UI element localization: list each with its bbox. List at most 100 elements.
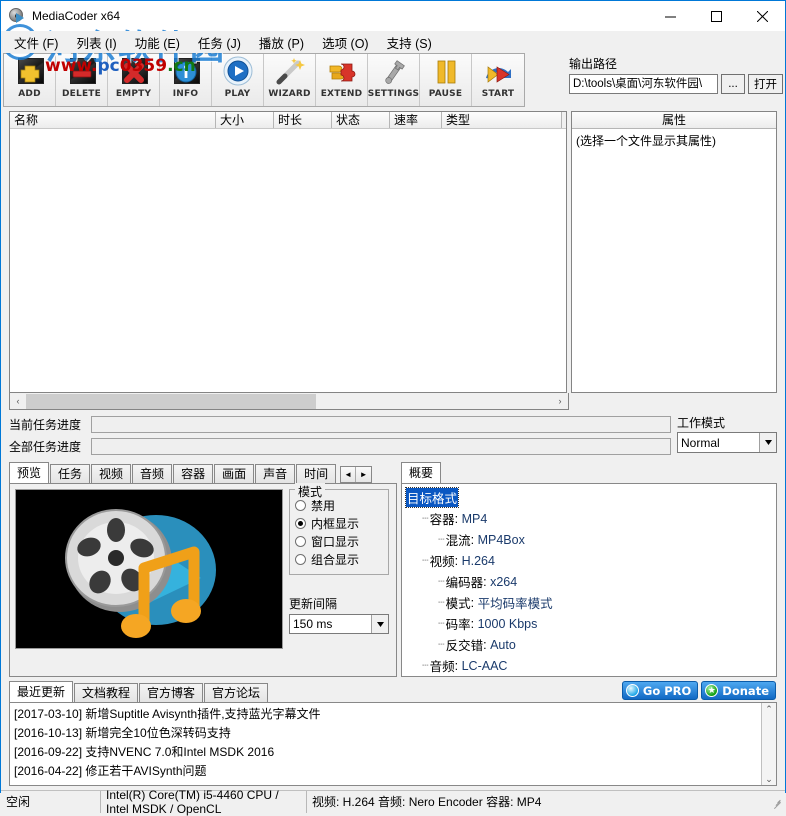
tab-sound[interactable]: 声音	[255, 464, 296, 483]
update-interval-select[interactable]: 150 ms	[289, 614, 389, 634]
tab-picture[interactable]: 画面	[214, 464, 255, 483]
close-button[interactable]	[739, 1, 785, 31]
tab-video[interactable]: 视频	[91, 464, 132, 483]
promo-buttons: Go PRO ★ Donate	[621, 681, 776, 700]
current-task-progress-label: 当前任务进度	[9, 417, 82, 432]
menu-item-task[interactable]: 任务 (J)	[189, 31, 250, 54]
hscroll-track[interactable]	[26, 393, 552, 409]
toolbar-button-add[interactable]: ADD	[4, 54, 56, 106]
current-task-progress-row: 当前任务进度	[9, 414, 671, 434]
tab-recent-updates[interactable]: 最近更新	[9, 681, 74, 702]
tree-node-key: 码率	[445, 618, 471, 632]
toolbar-button-empty[interactable]: EMPTY	[108, 54, 160, 106]
tree-node-video-encoder[interactable]: ┄ 编码器: x264	[406, 571, 772, 592]
toolbar-label: EXTEND	[320, 89, 363, 99]
tree-node-deinterlace[interactable]: ┄ 反交错: Auto	[406, 634, 772, 655]
toolbar-button-delete[interactable]: DELETE	[56, 54, 108, 106]
column-header-status[interactable]: 状态	[332, 112, 390, 128]
tab-time[interactable]: 时间	[296, 464, 337, 483]
tree-node-video-mode[interactable]: ┄ 模式: 平均码率模式	[406, 592, 772, 613]
status-hardware: Intel(R) Core(TM) i5-4460 CPU / Intel MS…	[101, 788, 307, 816]
tree-node-value: 平均码率模式	[477, 597, 553, 611]
tree-node-container[interactable]: ┄ 容器: MP4	[406, 508, 772, 529]
tree-node-target-format[interactable]: 目标格式	[404, 487, 772, 508]
menu-item-feature[interactable]: 功能 (E)	[126, 31, 189, 54]
radio-icon[interactable]	[295, 536, 306, 547]
column-header-type[interactable]: 类型	[442, 112, 562, 128]
tab-documentation[interactable]: 文档教程	[74, 683, 139, 702]
news-item[interactable]: [2016-09-22] 支持NVENC 7.0和Intel MSDK 2016	[14, 743, 757, 762]
news-scrollbar[interactable]: ⌃ ⌄	[761, 703, 776, 785]
tab-summary[interactable]: 概要	[401, 462, 442, 483]
tree-node-video-bitrate[interactable]: ┄ 码率: 1000 Kbps	[406, 613, 772, 634]
tree-node-value: Auto	[490, 637, 516, 652]
toolbar-button-wizard[interactable]: WIZARD	[264, 54, 316, 106]
chevron-down-icon[interactable]	[371, 615, 388, 633]
tree-node-key: 反交错	[445, 639, 484, 653]
radio-mode-inline[interactable]: 内框显示	[295, 515, 383, 532]
news-item[interactable]: [2017-03-10] 新增Suptitle Avisynth插件,支持蓝光字…	[14, 705, 757, 724]
tab-official-forum[interactable]: 官方论坛	[204, 683, 269, 702]
title-bar: MediaCoder x64	[1, 1, 785, 31]
mediacoder-logo-icon	[65, 509, 216, 638]
news-item[interactable]: [2016-04-22] 修正若干AVISynth问题	[14, 762, 757, 781]
work-mode-select[interactable]: Normal	[677, 432, 777, 453]
tab-preview[interactable]: 预览	[9, 462, 50, 483]
toolbar-button-info[interactable]: INFO	[160, 54, 212, 106]
status-codecs: 视频: H.264 音频: Nero Encoder 容器: MP4	[312, 795, 542, 809]
tab-container[interactable]: 容器	[173, 464, 214, 483]
tree-line-icon: ┄	[438, 534, 445, 546]
minimize-button[interactable]	[647, 1, 693, 31]
start-arrow-icon	[480, 56, 516, 88]
hscroll-right-arrow[interactable]: ›	[552, 393, 568, 409]
hscroll-left-arrow[interactable]: ‹	[10, 393, 26, 409]
tab-scroll-prev-icon[interactable]: ◄	[341, 467, 357, 482]
toolbar-button-extend[interactable]: EXTEND	[316, 54, 368, 106]
scroll-down-icon[interactable]: ⌄	[765, 773, 773, 785]
column-header-rate[interactable]: 速率	[390, 112, 442, 128]
column-header-size[interactable]: 大小	[216, 112, 274, 128]
radio-icon[interactable]	[295, 554, 306, 565]
output-path-browse-button[interactable]: ...	[721, 74, 745, 94]
news-list[interactable]: [2017-03-10] 新增Suptitle Avisynth插件,支持蓝光字…	[10, 703, 761, 785]
file-list[interactable]: 名称 大小 时长 状态 速率 类型	[9, 111, 567, 393]
column-header-name[interactable]: 名称	[10, 112, 216, 128]
preview-video-area[interactable]	[15, 489, 283, 649]
file-list-hscrollbar[interactable]: ‹ ›	[9, 393, 569, 410]
tab-official-blog[interactable]: 官方博客	[139, 683, 204, 702]
menu-item-file[interactable]: 文件 (F)	[5, 31, 67, 54]
chevron-down-icon[interactable]	[759, 433, 776, 452]
radio-icon-selected[interactable]	[295, 518, 306, 529]
menu-item-list[interactable]: 列表 (I)	[67, 31, 125, 54]
output-path-input[interactable]: D:\tools\桌面\河东软件园\	[569, 74, 718, 94]
maximize-button[interactable]	[693, 1, 739, 31]
hscroll-thumb[interactable]	[26, 393, 316, 409]
tree-node-audio[interactable]: ┄ 音频: LC-AAC	[406, 655, 772, 676]
radio-mode-combined[interactable]: 组合显示	[295, 551, 383, 568]
file-list-body[interactable]	[10, 129, 566, 392]
scroll-up-icon[interactable]: ⌃	[765, 703, 773, 715]
work-mode-value: Normal	[681, 435, 720, 450]
toolbar-button-pause[interactable]: PAUSE	[420, 54, 472, 106]
preview-tab-bar: 预览 任务 视频 音频 容器 画面 声音 时间 ◄ ►	[9, 462, 397, 483]
toolbar-button-play[interactable]: PLAY	[212, 54, 264, 106]
output-path-open-button[interactable]: 打开	[748, 74, 783, 94]
tab-audio[interactable]: 音频	[132, 464, 173, 483]
menu-item-play[interactable]: 播放 (P)	[250, 31, 313, 54]
go-pro-button[interactable]: Go PRO	[621, 681, 699, 700]
news-item[interactable]: [2016-10-13] 新增完全10位色深转码支持	[14, 724, 757, 743]
menu-item-options[interactable]: 选项 (O)	[313, 31, 378, 54]
tab-scroll-next-icon[interactable]: ►	[356, 467, 372, 482]
column-header-duration[interactable]: 时长	[274, 112, 332, 128]
radio-icon[interactable]	[295, 500, 306, 511]
tree-node-muxer[interactable]: ┄ 混流: MP4Box	[406, 529, 772, 550]
toolbar-button-settings[interactable]: SETTINGS	[368, 54, 420, 106]
toolbar-button-start[interactable]: START	[472, 54, 524, 106]
menu-item-support[interactable]: 支持 (S)	[378, 31, 441, 54]
donate-button[interactable]: ★ Donate	[701, 681, 776, 700]
resize-grip-icon[interactable]	[771, 796, 783, 809]
summary-tree[interactable]: 目标格式 ┄ 容器: MP4 ┄ 混流: MP4Box ┄ 视频: H.264	[401, 483, 777, 677]
tree-node-video[interactable]: ┄ 视频: H.264	[406, 550, 772, 571]
radio-mode-window[interactable]: 窗口显示	[295, 533, 383, 550]
tab-task[interactable]: 任务	[50, 464, 91, 483]
